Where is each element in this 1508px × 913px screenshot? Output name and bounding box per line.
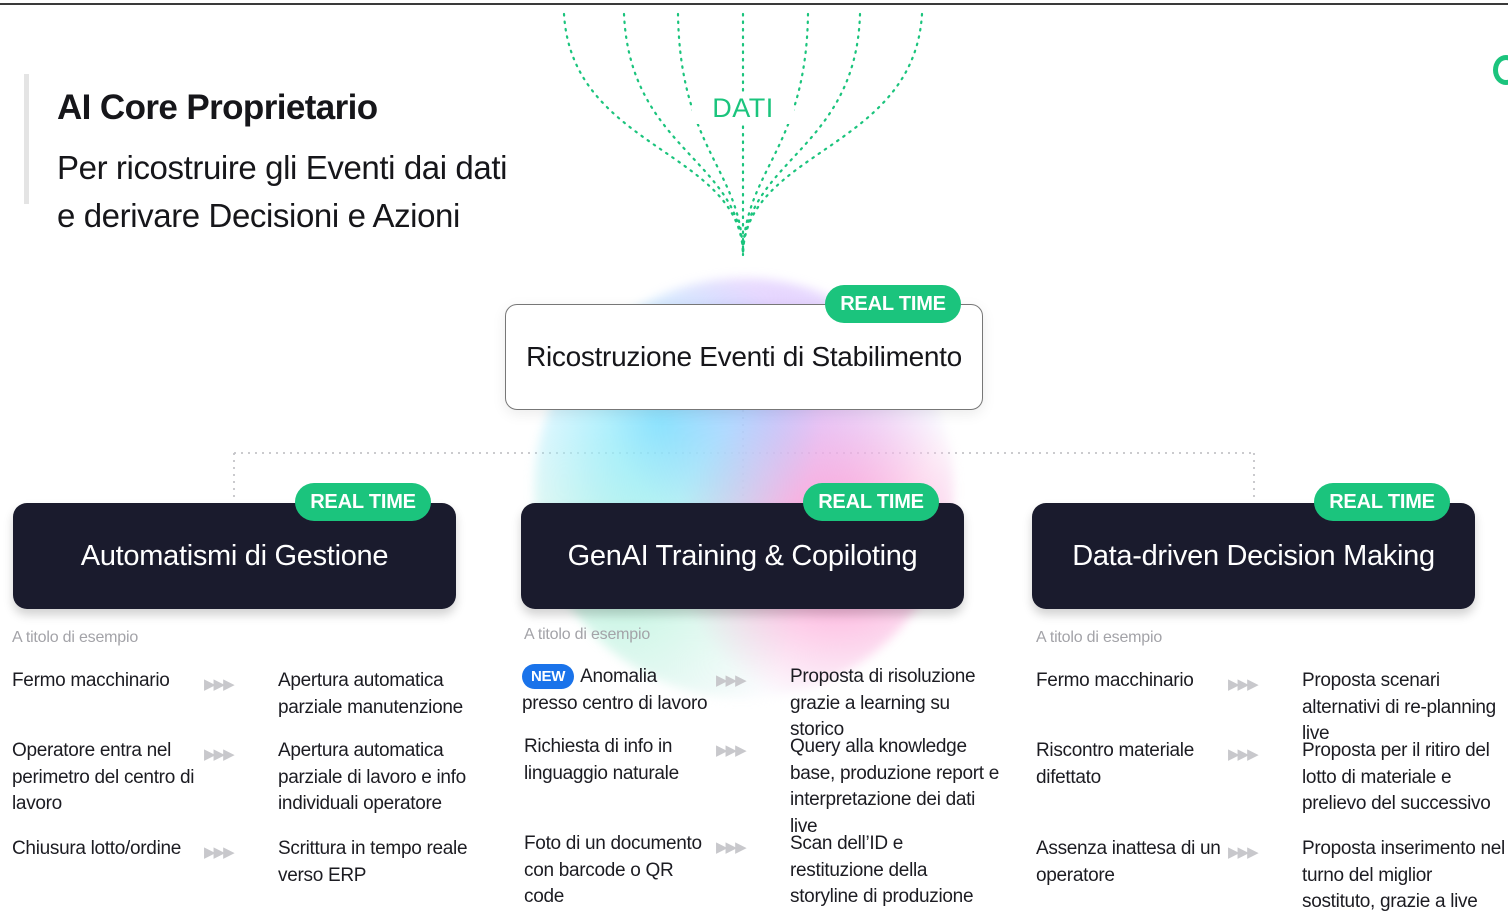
realtime-badge: REAL TIME <box>803 483 939 521</box>
trigger-text: NEW Anomalia presso centro di lavoro <box>522 664 717 717</box>
arrow-icon: ▶▶▶ <box>716 672 747 689</box>
arrow-icon: ▶▶▶ <box>1228 746 1259 763</box>
column-title: Data-driven Decision Making <box>1072 539 1435 572</box>
trigger-text: Foto di un documento con barcode o QR co… <box>524 833 702 907</box>
action-text: Query alla knowledge base, produzione re… <box>790 736 1000 837</box>
trigger-text: Richiesta di info in linguaggio naturale <box>524 736 679 784</box>
column-title: Automatismi di Gestione <box>80 539 389 572</box>
arrow-icon: ▶▶▶ <box>204 844 235 861</box>
funnel-line <box>741 12 810 257</box>
action-text: Proposta scenari alternativi di re-plann… <box>1302 670 1496 744</box>
trigger-text: Fermo macchinario <box>1036 670 1194 691</box>
realtime-badge: REAL TIME <box>295 483 431 521</box>
data-label: DATI <box>692 93 794 124</box>
realtime-badge: REAL TIME <box>1314 483 1450 521</box>
action-text: Scrittura in tempo reale verso ERP <box>278 838 468 886</box>
new-badge: NEW <box>522 664 575 689</box>
example-label: A titolo di esempio <box>524 626 651 643</box>
arrow-icon: ▶▶▶ <box>716 742 747 759</box>
funnel-line <box>562 12 745 257</box>
trigger-text: Chiusura lotto/ordine <box>12 838 182 859</box>
arrow-icon: ▶▶▶ <box>1228 676 1259 693</box>
column-title: GenAI Training & Copiloting <box>567 539 918 572</box>
trigger-text: Fermo macchinario <box>12 670 170 691</box>
action-text: Scan dell’ID e restituzione della storyl… <box>790 833 974 913</box>
trigger-text: Assenza inattesa di un operatore <box>1036 838 1221 886</box>
action-text: Apertura automatica parziale di lavoro e… <box>278 740 466 814</box>
center-realtime-badge: REAL TIME <box>825 285 961 323</box>
example-label: A titolo di esempio <box>1036 629 1163 646</box>
arrow-icon: ▶▶▶ <box>1228 844 1259 861</box>
example-label: A titolo di esempio <box>12 629 139 646</box>
funnel-line <box>676 12 745 257</box>
arrow-icon: ▶▶▶ <box>204 676 235 693</box>
trigger-text: Riscontro materiale difettato <box>1036 740 1194 788</box>
action-text: Proposta per il ritiro del lotto di mate… <box>1302 740 1491 814</box>
center-event-title: Ricostruzione Eventi di Stabilimento <box>526 341 962 372</box>
action-text: Apertura automatica parziale manutenzion… <box>278 670 463 718</box>
funnel-line <box>741 12 862 257</box>
arrow-icon: ▶▶▶ <box>716 839 747 856</box>
data-funnel-lines <box>562 12 924 257</box>
trigger-text: Operatore entra nel perimetro del centro… <box>12 740 195 814</box>
action-text: Proposta inserimento nel turno del migli… <box>1302 838 1505 912</box>
arrow-icon: ▶▶▶ <box>204 746 235 763</box>
funnel-line <box>622 12 745 257</box>
funnel-line <box>741 12 924 257</box>
action-text: Proposta di risoluzione grazie a learnin… <box>790 666 976 740</box>
